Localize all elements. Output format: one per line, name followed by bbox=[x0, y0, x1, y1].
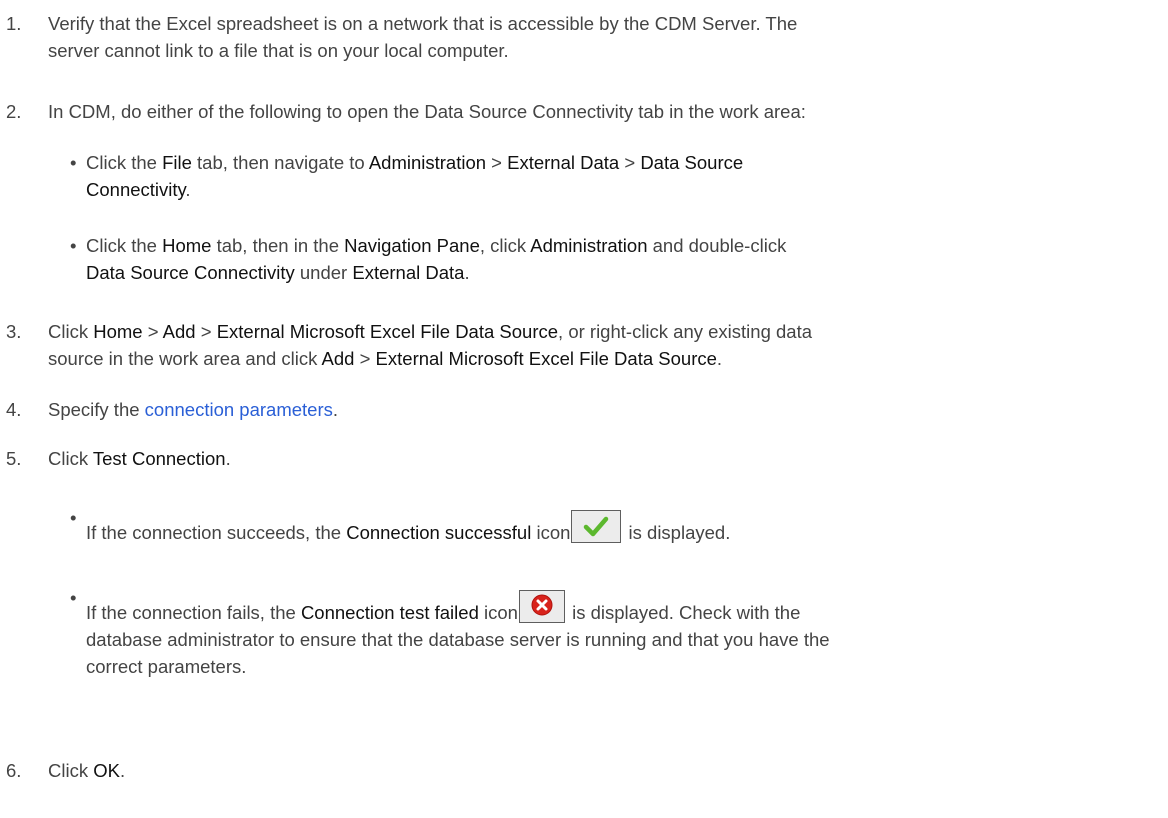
bullet-marker: • bbox=[70, 152, 77, 173]
step-text: Verify that the Excel spreadsheet is on … bbox=[48, 13, 798, 61]
step-2-bullet-1: • Click the File tab, then navigate to A… bbox=[0, 149, 1160, 203]
step-5-bullet-1: • If the connection succeeds, the Connec… bbox=[0, 507, 1160, 546]
step-2: 2. In CDM, do either of the following to… bbox=[0, 98, 1160, 125]
bullet-marker: • bbox=[70, 507, 77, 528]
step-number: 2. bbox=[6, 101, 22, 122]
bullet-marker: • bbox=[70, 587, 77, 608]
step-5: 5. Click Test Connection. bbox=[0, 445, 1160, 472]
step-number: 6. bbox=[6, 760, 22, 781]
step-4: 4. Specify the connection parameters. bbox=[0, 396, 1160, 423]
check-mark-icon bbox=[571, 510, 622, 543]
step-2-bullet-2: • Click the Home tab, then in the Naviga… bbox=[0, 232, 1160, 286]
step-number: 5. bbox=[6, 448, 22, 469]
step-3: 3. Click Home > Add > External Microsoft… bbox=[0, 318, 1160, 372]
step-5-bullet-2: • If the connection fails, the Connectio… bbox=[0, 587, 1160, 680]
step-text: Specify the connection parameters. bbox=[48, 399, 339, 420]
bullet-marker: • bbox=[70, 235, 77, 256]
step-1: 1. Verify that the Excel spreadsheet is … bbox=[0, 10, 1160, 64]
step-text: Click OK. bbox=[48, 760, 126, 781]
error-x-icon bbox=[518, 590, 565, 623]
step-number: 3. bbox=[6, 321, 22, 342]
step-number: 1. bbox=[6, 13, 22, 34]
step-6: 6. Click OK. bbox=[0, 757, 1160, 784]
step-text: Click Home > Add > External Microsoft Ex… bbox=[48, 321, 813, 369]
connection-parameters-link[interactable]: connection parameters bbox=[145, 399, 333, 420]
step-number: 4. bbox=[6, 399, 22, 420]
step-text: In CDM, do either of the following to op… bbox=[48, 101, 806, 122]
step-text: Click Test Connection. bbox=[48, 448, 231, 469]
